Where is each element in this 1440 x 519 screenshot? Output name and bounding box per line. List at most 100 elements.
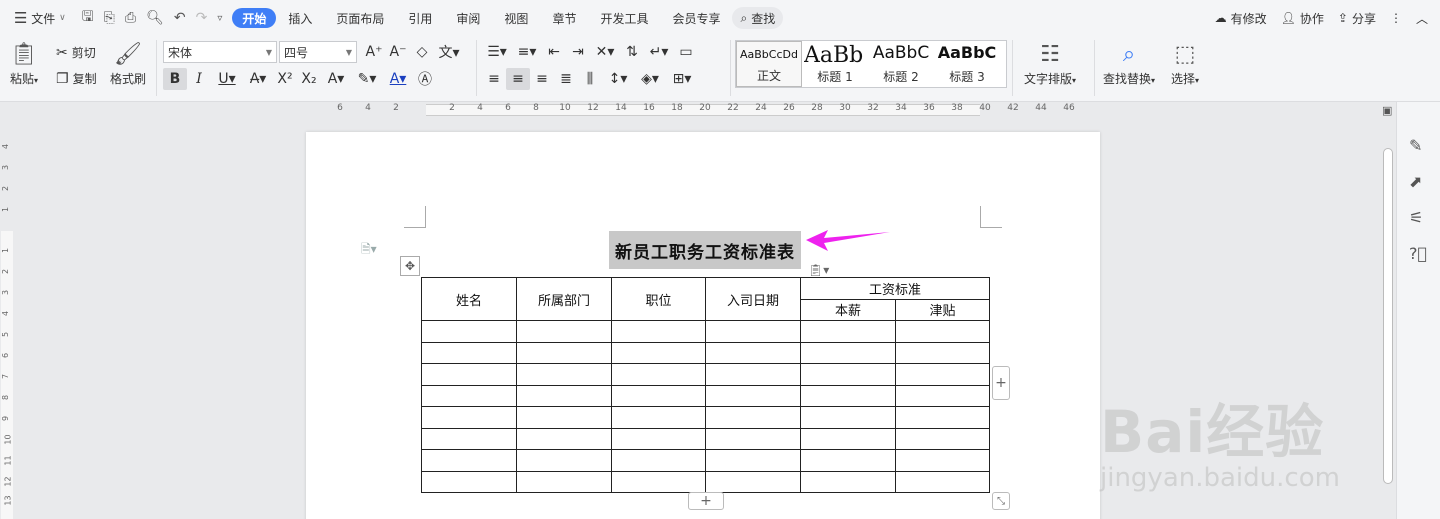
justify-icon[interactable]: ≣ <box>554 68 578 90</box>
header-cell-base-salary[interactable]: 本薪 <box>800 298 896 321</box>
numbered-list-icon[interactable]: ≡▾ <box>512 41 542 63</box>
header-cell-allowance[interactable]: 津贴 <box>895 298 990 321</box>
align-right-icon[interactable]: ≡ <box>530 68 554 90</box>
table-cell[interactable] <box>421 341 517 364</box>
decrease-indent-icon[interactable]: ⇤ <box>542 41 566 63</box>
font-size-select[interactable]: 四号 ▼ <box>279 41 357 63</box>
horizontal-ruler[interactable]: 6 4 2 2 4 6 8 10 12 14 16 18 20 22 24 26 28 30 32 34 36 38 40 4… <box>0 102 1380 118</box>
strikethrough-icon[interactable]: A̶▾ <box>243 68 273 90</box>
document-page[interactable]: 🗎▾ 新员工职务工资标准表 ✥ 📋︎▾ 姓名 所属部门 职位 入司日期 工资标准… <box>306 132 1100 519</box>
vertical-ruler[interactable]: 4 3 2 1 1 2 3 4 5 6 7 8 9 10 11 12 13 <box>0 118 14 519</box>
chinese-layout-icon[interactable]: ✕▾ <box>590 41 620 63</box>
tab-insert[interactable]: 插入 <box>276 6 324 30</box>
style-heading-2[interactable]: AaBbC 标题 2 <box>868 41 934 87</box>
table-cell[interactable] <box>800 449 896 472</box>
paste-options-icon[interactable]: 📋︎▾ <box>808 263 829 277</box>
phonetic-guide-icon[interactable]: 文▾ <box>434 41 464 63</box>
table-cell[interactable] <box>516 406 612 429</box>
style-normal[interactable]: AaBbCcDd 正文 <box>736 41 802 87</box>
scrollbar-thumb[interactable] <box>1383 148 1393 484</box>
align-center-icon[interactable]: ≡ <box>506 68 530 90</box>
table-cell[interactable] <box>421 363 517 386</box>
table-cell[interactable] <box>516 427 612 450</box>
cursor-icon[interactable]: ⬈ <box>1409 172 1422 191</box>
tab-review[interactable]: 审阅 <box>444 6 492 30</box>
modified-button[interactable]: ☁ 有修改 <box>1215 10 1267 27</box>
header-cell-department[interactable]: 所属部门 <box>516 277 612 321</box>
split-view-icon[interactable]: ▣ <box>1382 104 1392 117</box>
table-cell[interactable] <box>516 363 612 386</box>
table-cell[interactable] <box>800 384 896 407</box>
table-cell[interactable] <box>611 470 706 493</box>
undo-icon[interactable]: ↶ <box>174 10 186 26</box>
table-cell[interactable] <box>895 406 990 429</box>
collapse-ribbon-button[interactable]: ︿ <box>1416 10 1428 27</box>
search-box[interactable]: ⌕ 查找 <box>732 7 784 29</box>
table-cell[interactable] <box>421 449 517 472</box>
font-name-select[interactable]: 宋体 ▼ <box>163 41 277 63</box>
table-cell[interactable] <box>421 320 517 343</box>
table-cell[interactable] <box>800 363 896 386</box>
vertical-scrollbar[interactable]: ▣ <box>1380 102 1396 519</box>
tab-sections[interactable]: 章节 <box>540 6 588 30</box>
paste-button[interactable]: 📋︎ 粘贴▾ <box>10 40 38 87</box>
sort-icon[interactable]: ⇅ <box>620 41 644 63</box>
table-cell[interactable] <box>705 427 801 450</box>
help-icon[interactable]: ?⃝ <box>1409 244 1427 263</box>
table-cell[interactable] <box>895 320 990 343</box>
table-resize-handle[interactable]: ⤡ <box>992 492 1010 510</box>
table-cell[interactable] <box>705 470 801 493</box>
superscript-icon[interactable]: X² <box>273 68 297 90</box>
distributed-icon[interactable]: ⫼ <box>578 68 602 90</box>
redo-icon[interactable]: ↷ <box>196 10 208 26</box>
align-left-icon[interactable]: ≡ <box>482 68 506 90</box>
table-cell[interactable] <box>800 427 896 450</box>
print-preview-icon[interactable]: 🔍︎ <box>146 10 164 26</box>
italic-icon[interactable]: I <box>187 68 211 90</box>
table-cell[interactable] <box>516 470 612 493</box>
file-menu[interactable]: ☰ 文件 ∨ <box>0 6 78 30</box>
clear-format-icon[interactable]: ◇ <box>410 41 434 63</box>
style-heading-3[interactable]: AaBbC 标题 3 <box>934 41 1000 87</box>
table-cell[interactable] <box>705 363 801 386</box>
table-cell[interactable] <box>516 341 612 364</box>
table-cell[interactable] <box>421 384 517 407</box>
table-cell[interactable] <box>611 384 706 407</box>
table-cell[interactable] <box>895 449 990 472</box>
line-spacing-icon[interactable]: ↕▾ <box>602 68 634 90</box>
text-effect-icon[interactable]: A▾ <box>321 68 351 90</box>
tab-view[interactable]: 视图 <box>492 6 540 30</box>
export-icon[interactable]: ⎘ <box>104 10 115 26</box>
header-cell-position[interactable]: 职位 <box>611 277 706 321</box>
table-cell[interactable] <box>421 427 517 450</box>
table-cell[interactable] <box>516 449 612 472</box>
font-color-icon[interactable]: A▾ <box>383 68 413 90</box>
more-options-button[interactable]: ⋮ <box>1390 11 1402 25</box>
table-cell[interactable] <box>895 470 990 493</box>
shading-icon[interactable]: ◈▾ <box>634 68 666 90</box>
table-cell[interactable] <box>611 449 706 472</box>
table-cell[interactable] <box>611 427 706 450</box>
table-tools-icon[interactable]: ▭ <box>674 41 698 63</box>
shrink-font-icon[interactable]: A⁻ <box>386 41 410 63</box>
bullet-list-icon[interactable]: ☰▾ <box>482 41 512 63</box>
header-cell-name[interactable]: 姓名 <box>421 277 517 321</box>
table-move-handle[interactable]: ✥ <box>400 256 420 276</box>
table-cell[interactable] <box>705 320 801 343</box>
table-cell[interactable] <box>705 341 801 364</box>
table-cell[interactable] <box>421 470 517 493</box>
tab-references[interactable]: 引用 <box>396 6 444 30</box>
format-painter-button[interactable]: 🖌︎ 格式刷 <box>110 40 146 87</box>
customize-dropdown-icon[interactable]: ▿ <box>217 13 222 24</box>
increase-indent-icon[interactable]: ⇥ <box>566 41 590 63</box>
document-icon[interactable]: 🗎▾ <box>361 240 377 261</box>
share-button[interactable]: ⇪ 分享 <box>1338 10 1376 27</box>
edit-pen-icon[interactable]: ✎ <box>1409 136 1422 155</box>
cut-button[interactable]: ✂ 剪切 <box>56 44 96 61</box>
table-cell[interactable] <box>800 406 896 429</box>
select-button[interactable]: ⬚ 选择▾ <box>1171 40 1199 87</box>
table-cell[interactable] <box>611 320 706 343</box>
table-cell[interactable] <box>895 427 990 450</box>
table-cell[interactable] <box>516 384 612 407</box>
salary-table[interactable]: 姓名 所属部门 职位 入司日期 工资标准 本薪 津贴 <box>421 277 990 493</box>
